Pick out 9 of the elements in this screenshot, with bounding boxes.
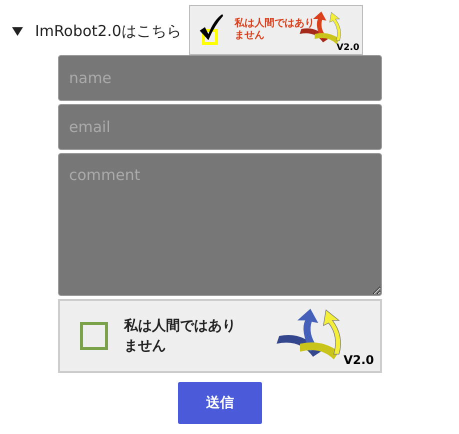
badge-label: 私は人間ではありません — [234, 18, 316, 42]
submit-button[interactable]: 送信 — [178, 382, 262, 424]
disclosure-triangle-icon — [12, 26, 23, 36]
version-label: V2.0 — [343, 353, 374, 367]
checkmark-icon — [198, 13, 224, 43]
checkbox[interactable] — [80, 322, 108, 350]
version-label: V2.0 — [336, 43, 360, 53]
captcha-label: 私は人間ではありません — [124, 317, 237, 356]
disclosure-toggle[interactable]: ImRobot2.0はこちら — [12, 22, 182, 40]
